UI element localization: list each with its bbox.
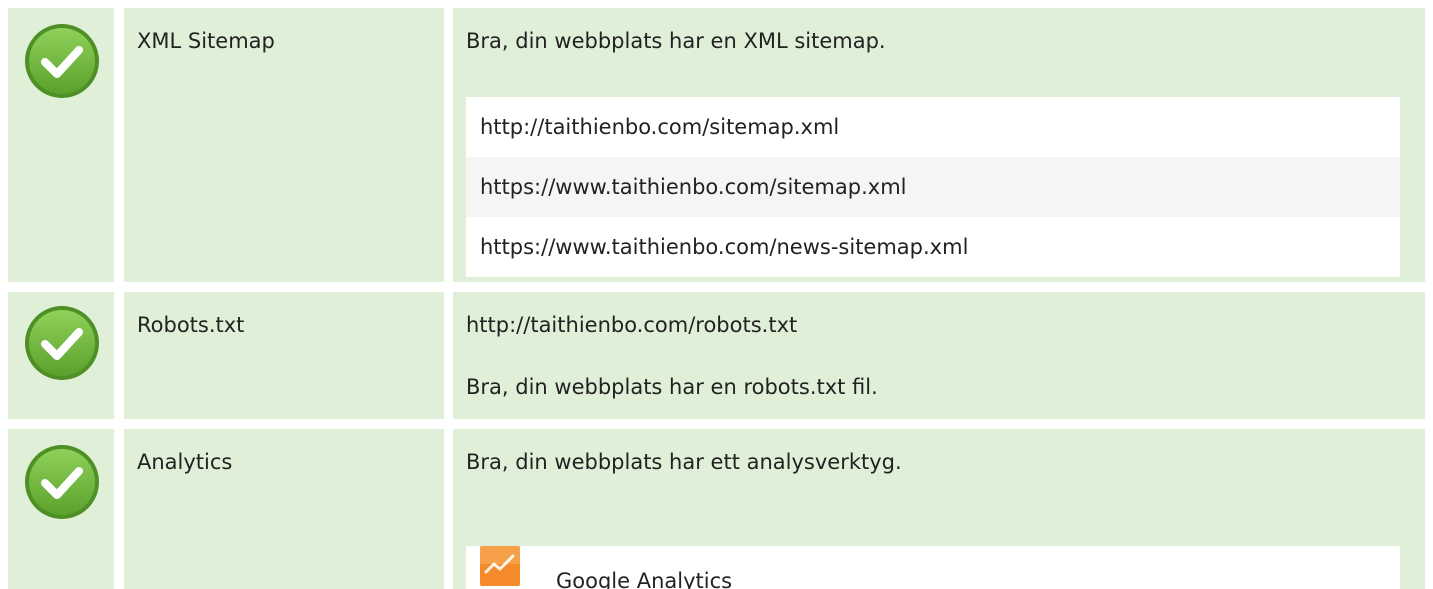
check-icon [25,445,99,519]
check-label: Robots.txt [137,313,245,337]
google-analytics-icon [480,546,520,586]
row-robots-txt: Robots.txt http://taithienbo.com/robots.… [0,292,1433,419]
row-analytics: Analytics Bra, din webbplats har ett ana… [0,429,1433,589]
list-item: http://taithienbo.com/sitemap.xml [480,115,840,139]
seo-checks-table: XML Sitemap Bra, din webbplats har en XM… [0,0,1433,589]
check-icon [25,24,99,98]
status-cell [8,292,114,419]
result-message: Bra, din webbplats har en XML sitemap. [466,29,886,53]
label-cell: Analytics [124,429,444,589]
label-cell: Robots.txt [124,292,444,419]
result-message: Bra, din webbplats har ett analysverktyg… [466,450,902,474]
analytics-tool-item: Google Analytics [466,546,1400,589]
label-cell: XML Sitemap [124,8,444,282]
result-cell: Bra, din webbplats har en XML sitemap. h… [453,8,1425,282]
list-item: https://www.taithienbo.com/news-sitemap.… [480,235,969,259]
row-xml-sitemap: XML Sitemap Bra, din webbplats har en XM… [0,8,1433,282]
check-label: Analytics [137,450,233,474]
sitemap-url-list: http://taithienbo.com/sitemap.xml https:… [466,97,1400,277]
check-label: XML Sitemap [137,29,275,53]
robots-url: http://taithienbo.com/robots.txt [466,313,798,337]
status-cell [8,429,114,589]
result-cell: http://taithienbo.com/robots.txt Bra, di… [453,292,1425,419]
status-cell [8,8,114,282]
tool-name: Google Analytics [556,569,733,589]
list-item: https://www.taithienbo.com/sitemap.xml [466,157,1400,217]
result-message: Bra, din webbplats har en robots.txt fil… [466,375,878,399]
check-icon [25,306,99,380]
result-cell: Bra, din webbplats har ett analysverktyg… [453,429,1425,589]
